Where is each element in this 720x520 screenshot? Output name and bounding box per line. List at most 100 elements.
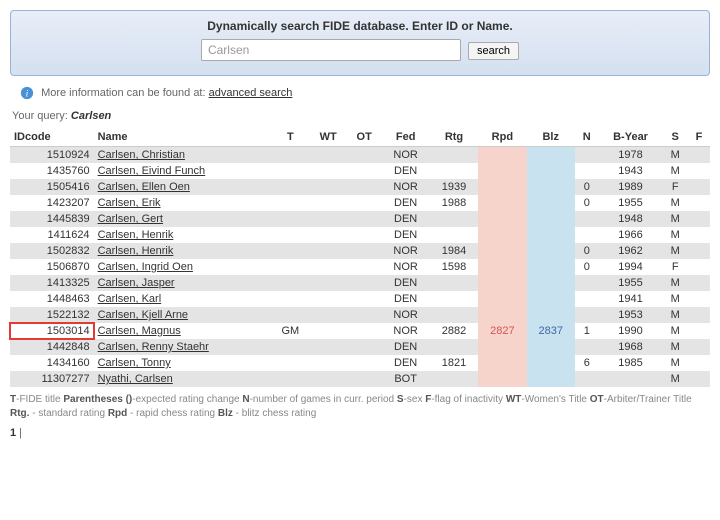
player-link[interactable]: Carlsen, Ellen Oen	[98, 181, 190, 193]
cell-wt	[309, 355, 346, 371]
player-link[interactable]: Carlsen, Kjell Arne	[98, 309, 189, 321]
cell-rpd	[478, 179, 526, 195]
table-row: 1442848Carlsen, Renny StaehrDEN1968M	[10, 339, 710, 355]
cell-n: 0	[575, 259, 599, 275]
cell-s: M	[662, 243, 688, 259]
cell-wt	[309, 243, 346, 259]
cell-n: 0	[575, 195, 599, 211]
table-row: 1435760Carlsen, Eivind FunchDEN1943M	[10, 163, 710, 179]
cell-f	[688, 179, 710, 195]
cell-n	[575, 227, 599, 243]
player-link[interactable]: Carlsen, Erik	[98, 197, 161, 209]
cell-rtg: 1984	[430, 243, 478, 259]
player-link[interactable]: Carlsen, Jasper	[98, 277, 175, 289]
player-link[interactable]: Carlsen, Eivind Funch	[98, 165, 206, 177]
cell-rtg: 1598	[430, 259, 478, 275]
cell-rpd	[478, 147, 526, 164]
cell-f	[688, 259, 710, 275]
player-link[interactable]: Carlsen, Magnus	[98, 325, 181, 337]
table-row: 1505416Carlsen, Ellen OenNOR193901989F	[10, 179, 710, 195]
cell-wt	[309, 163, 346, 179]
cell-name: Carlsen, Christian	[94, 147, 272, 164]
cell-blz	[527, 195, 575, 211]
cell-rpd	[478, 163, 526, 179]
cell-t	[271, 243, 309, 259]
table-row: 1448463Carlsen, KarlDEN1941M	[10, 291, 710, 307]
cell-rpd	[478, 211, 526, 227]
table-row: 1522132Carlsen, Kjell ArneNOR1953M	[10, 307, 710, 323]
player-link[interactable]: Carlsen, Tonny	[98, 357, 171, 369]
cell-fed: DEN	[382, 339, 430, 355]
cell-n: 1	[575, 323, 599, 339]
cell-f	[688, 371, 710, 387]
cell-wt	[309, 307, 346, 323]
cell-wt	[309, 291, 346, 307]
player-link[interactable]: Nyathi, Carlsen	[98, 373, 173, 385]
cell-fed: BOT	[382, 371, 430, 387]
query-label: Your query:	[12, 110, 71, 122]
search-input[interactable]	[201, 39, 461, 61]
cell-id: 1423207	[10, 195, 94, 211]
cell-blz	[527, 291, 575, 307]
cell-name: Carlsen, Erik	[94, 195, 272, 211]
search-button[interactable]: search	[468, 42, 519, 60]
cell-s: F	[662, 259, 688, 275]
cell-name: Carlsen, Magnus	[94, 323, 272, 339]
cell-wt	[309, 339, 346, 355]
cell-fed: NOR	[382, 259, 430, 275]
cell-rpd	[478, 291, 526, 307]
cell-n	[575, 211, 599, 227]
cell-n	[575, 147, 599, 164]
cell-id: 1442848	[10, 339, 94, 355]
cell-s: M	[662, 323, 688, 339]
cell-id: 1503014	[10, 323, 94, 339]
cell-blz	[527, 243, 575, 259]
th-t: T	[271, 128, 309, 147]
cell-name: Carlsen, Tonny	[94, 355, 272, 371]
cell-name: Carlsen, Jasper	[94, 275, 272, 291]
player-link[interactable]: Carlsen, Karl	[98, 293, 162, 305]
cell-ot	[347, 227, 382, 243]
cell-rpd	[478, 355, 526, 371]
player-link[interactable]: Carlsen, Henrik	[98, 229, 174, 241]
player-link[interactable]: Carlsen, Gert	[98, 213, 163, 225]
cell-rtg	[430, 371, 478, 387]
cell-t	[271, 227, 309, 243]
cell-s: M	[662, 371, 688, 387]
cell-rtg	[430, 339, 478, 355]
cell-t	[271, 163, 309, 179]
cell-ot	[347, 307, 382, 323]
cell-rtg: 1988	[430, 195, 478, 211]
cell-rtg	[430, 227, 478, 243]
cell-t	[271, 291, 309, 307]
cell-t	[271, 179, 309, 195]
cell-rtg	[430, 291, 478, 307]
cell-byear: 1955	[599, 275, 663, 291]
th-wt: WT	[309, 128, 346, 147]
cell-blz	[527, 355, 575, 371]
cell-t	[271, 259, 309, 275]
cell-f	[688, 275, 710, 291]
cell-rtg: 2882	[430, 323, 478, 339]
cell-rpd	[478, 275, 526, 291]
cell-s: M	[662, 275, 688, 291]
cell-wt	[309, 227, 346, 243]
cell-ot	[347, 211, 382, 227]
player-link[interactable]: Carlsen, Renny Staehr	[98, 341, 209, 353]
cell-rpd	[478, 195, 526, 211]
cell-n: 0	[575, 179, 599, 195]
player-link[interactable]: Carlsen, Ingrid Oen	[98, 261, 193, 273]
th-s: S	[662, 128, 688, 147]
cell-name: Carlsen, Kjell Arne	[94, 307, 272, 323]
player-link[interactable]: Carlsen, Henrik	[98, 245, 174, 257]
cell-ot	[347, 355, 382, 371]
cell-blz	[527, 371, 575, 387]
advanced-search-link[interactable]: advanced search	[209, 87, 293, 99]
cell-rpd	[478, 227, 526, 243]
cell-ot	[347, 291, 382, 307]
cell-blz: 2837	[527, 323, 575, 339]
cell-fed: NOR	[382, 243, 430, 259]
player-link[interactable]: Carlsen, Christian	[98, 149, 185, 161]
cell-s: M	[662, 195, 688, 211]
th-id: IDcode	[10, 128, 94, 147]
